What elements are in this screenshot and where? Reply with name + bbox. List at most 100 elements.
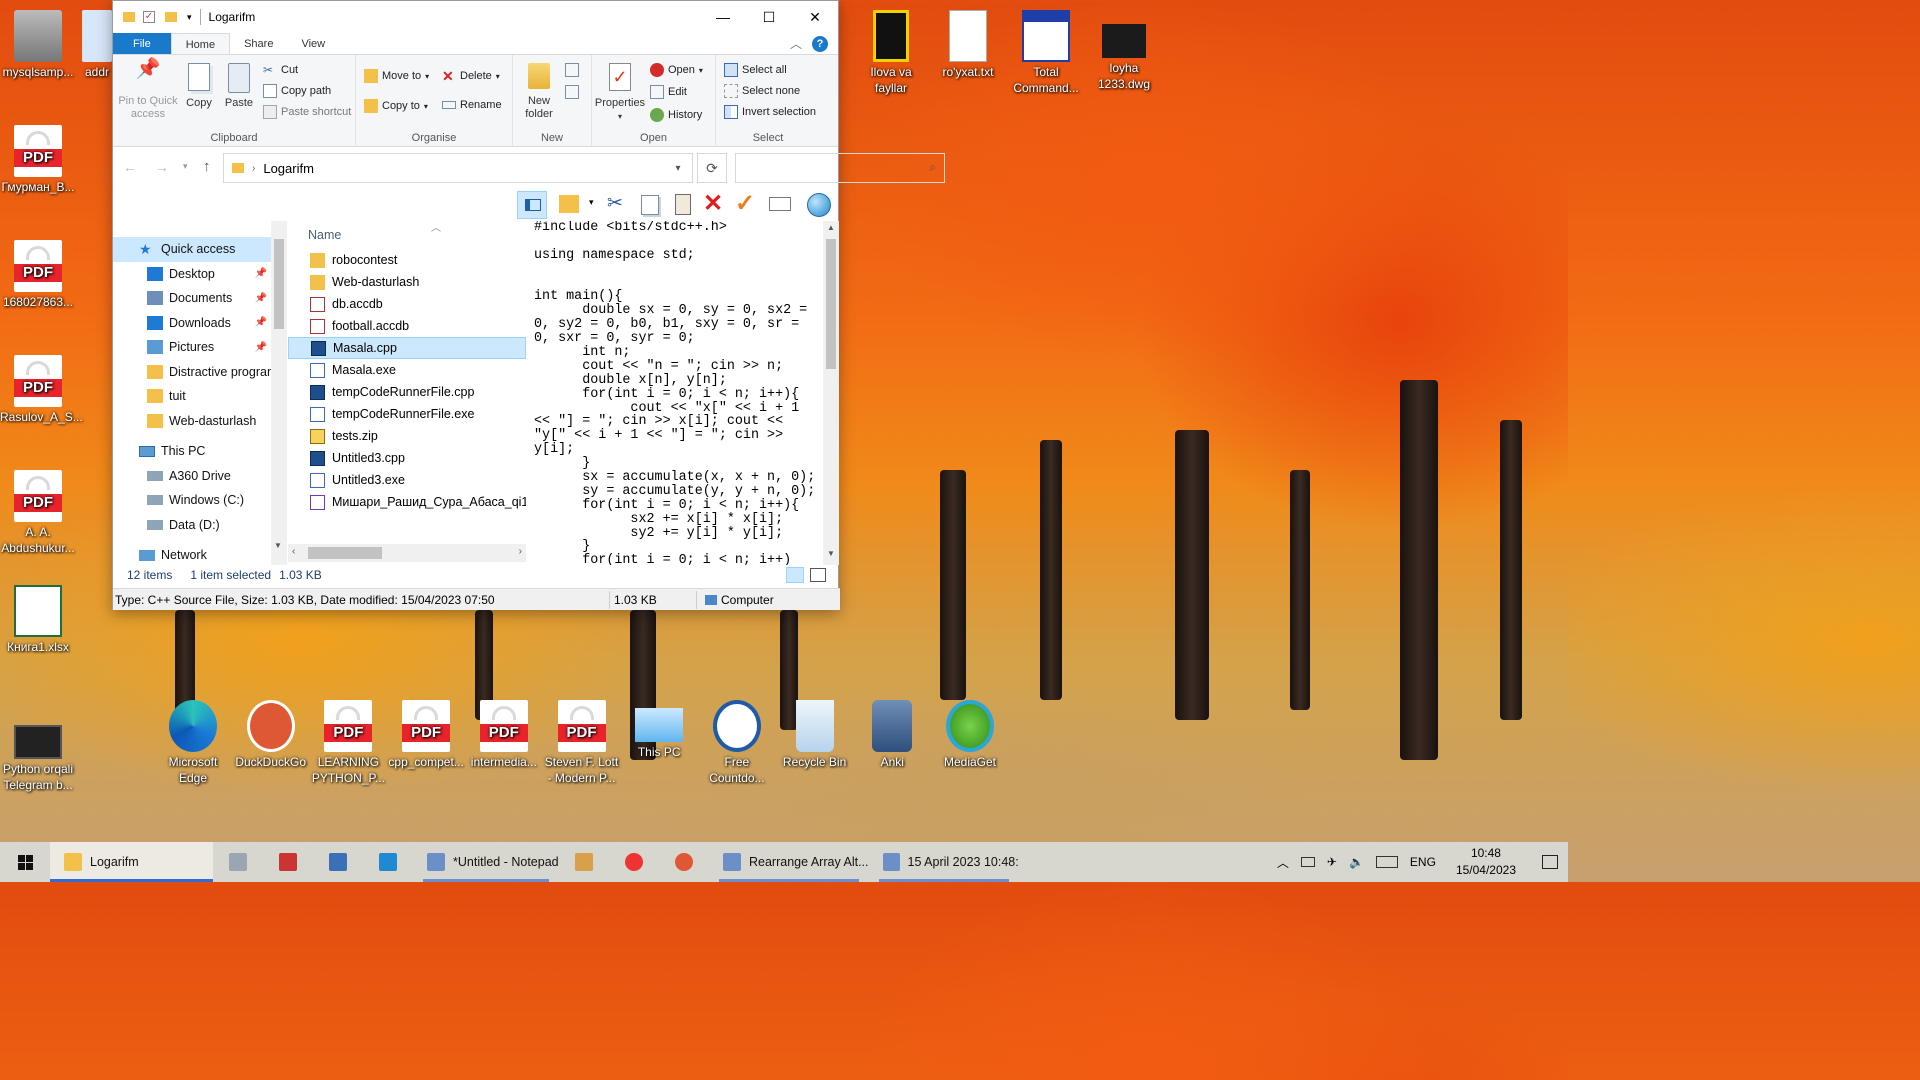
desktop-icon[interactable]: Recycle Bin (777, 700, 853, 770)
rename-button[interactable]: Rename (442, 99, 502, 111)
paste-button[interactable]: Paste (221, 63, 257, 110)
desktop-icon-partial[interactable]: addr (80, 10, 114, 80)
notifications-icon[interactable] (1542, 855, 1558, 869)
taskbar-item[interactable]: *Untitled - Notepad (413, 842, 559, 882)
nav-item[interactable]: Documents 📌 (113, 286, 273, 311)
file-row[interactable]: tempCodeRunnerFile.exe (288, 403, 526, 425)
taskbar-item[interactable]: Logarifm (50, 842, 213, 882)
delete-x-icon[interactable]: ✕ (703, 189, 723, 218)
folder-options-icon[interactable] (559, 195, 579, 213)
file-row[interactable]: Masala.cpp (288, 337, 526, 359)
rename-icon[interactable] (769, 197, 791, 211)
properties-check-icon[interactable]: ✓ (143, 11, 155, 23)
file-row[interactable]: tempCodeRunnerFile.cpp (288, 381, 526, 403)
title-bar[interactable]: ✓ ▾ Logarifm — ☐ ✕ (113, 1, 838, 33)
nav-network[interactable]: Network (113, 543, 273, 565)
start-button[interactable] (0, 842, 50, 882)
language-indicator[interactable]: ENG (1410, 855, 1436, 869)
select-none-button[interactable]: Select none (724, 84, 800, 98)
desktop-icon[interactable]: PDF LEARNING PYTHON_P... (310, 700, 386, 786)
checkmark-icon[interactable]: ✓ (735, 189, 755, 218)
forward-button[interactable]: → (155, 159, 169, 175)
address-dropdown-icon[interactable]: ▾ (664, 163, 692, 174)
desktop-icon[interactable]: DuckDuckGo (233, 700, 309, 770)
desktop-icon[interactable]: Книга1.xlsx (0, 585, 76, 655)
new-item-icon[interactable] (565, 63, 579, 77)
recent-locations-icon[interactable]: ▾ (183, 161, 188, 172)
tab-view[interactable]: View (287, 33, 339, 54)
nav-item[interactable]: Desktop 📌 (113, 262, 273, 287)
desktop-icon[interactable]: PDF cpp_compet... (388, 700, 464, 770)
taskbar-item[interactable] (313, 842, 363, 882)
open-button[interactable]: Open ▾ (650, 63, 703, 77)
chevron-down-icon[interactable]: ▾ (589, 197, 594, 208)
file-row[interactable]: Untitled3.exe (288, 469, 526, 491)
desktop-icon[interactable]: ro'yxat.txt (930, 10, 1006, 80)
taskbar-item[interactable] (213, 842, 263, 882)
maximize-button[interactable]: ☐ (746, 1, 792, 33)
desktop-icon[interactable]: loyha 1233.dwg (1086, 10, 1162, 92)
file-row[interactable]: Web-dasturlash (288, 271, 526, 293)
breadcrumb[interactable]: Logarifm (263, 161, 664, 176)
desktop-icon[interactable]: This PC (621, 700, 697, 760)
file-row[interactable]: robocontest (288, 249, 526, 271)
search-input[interactable]: ⌕ (735, 153, 945, 183)
invert-selection-button[interactable]: Invert selection (724, 105, 816, 119)
desktop-icon[interactable]: Ilova va fayllar (853, 10, 929, 96)
battery-icon[interactable] (1300, 857, 1315, 867)
pin-icon[interactable]: 📌 (255, 268, 267, 279)
taskbar-item[interactable] (659, 842, 709, 882)
quick-toolbar[interactable]: ✓ ▾ (143, 11, 192, 23)
taskbar-item[interactable] (363, 842, 413, 882)
airplane-mode-icon[interactable]: ✈ (1327, 855, 1337, 869)
desktop-icon[interactable]: Free Countdo... (699, 700, 775, 786)
up-button[interactable]: ↑ (203, 158, 211, 175)
new-folder-button[interactable]: New folder (519, 63, 559, 121)
nav-this-pc[interactable]: This PC (113, 439, 273, 464)
pin-quick-access-button[interactable]: 📌 Pin to Quick access (117, 59, 179, 121)
nav-item[interactable]: Data (D:) (113, 513, 273, 538)
preview-pane-toggle[interactable] (517, 191, 547, 219)
keyboard-icon[interactable] (1375, 856, 1398, 868)
desktop-icon[interactable]: Total Command... (1008, 10, 1084, 96)
new-folder-icon[interactable] (165, 12, 177, 22)
edit-button[interactable]: Edit (650, 85, 687, 99)
desktop-icon[interactable]: PDF A. A. Abdushukur... (0, 470, 76, 556)
desktop-icon[interactable]: PDF 168027863... (0, 240, 76, 310)
desktop-icon[interactable]: Microsoft Edge (155, 700, 231, 786)
nav-item[interactable]: Downloads 📌 (113, 311, 273, 336)
nav-scrollbar[interactable]: ▼ (271, 221, 287, 565)
file-row[interactable]: db.accdb (288, 293, 526, 315)
address-bar[interactable]: › Logarifm ▾ (223, 153, 693, 183)
help-icon[interactable]: ? (812, 36, 828, 52)
copy-to-button[interactable]: Copy to ▾ (364, 99, 428, 113)
nav-item[interactable]: Web-dasturlash (113, 409, 273, 434)
desktop-icon[interactable]: PDF Гмурман_В... (0, 125, 76, 195)
desktop-icon[interactable]: PDF Rasulov_A_S... (0, 355, 83, 425)
history-button[interactable]: History (650, 108, 702, 122)
easy-access-icon[interactable] (565, 85, 579, 99)
volume-icon[interactable]: 🔈 (1349, 855, 1364, 869)
copy-icon[interactable] (641, 195, 659, 215)
desktop-icon[interactable]: mysqlsamp... (0, 10, 76, 80)
delete-button[interactable]: ✕ Delete ▾ (442, 69, 500, 83)
cut-button[interactable]: ✂ Cut (263, 63, 298, 77)
desktop-icon[interactable]: MediaGet (932, 700, 1008, 770)
file-row[interactable]: Untitled3.cpp (288, 447, 526, 469)
explorer-window[interactable]: ✓ ▾ Logarifm — ☐ ✕ File Home Share View … (112, 0, 945, 610)
paste-shortcut-button[interactable]: Paste shortcut (263, 105, 351, 119)
desktop-icon[interactable]: Python orqali Telegram b... (0, 715, 76, 793)
select-all-button[interactable]: Select all (724, 63, 787, 77)
pin-icon[interactable]: 📌 (255, 317, 267, 328)
copy-button[interactable]: Copy (181, 63, 217, 110)
file-row[interactable]: Masala.exe (288, 359, 526, 381)
nav-item[interactable]: Pictures 📌 (113, 335, 273, 360)
column-header-name[interactable]: Name (288, 221, 526, 249)
back-button[interactable]: ← (123, 159, 137, 175)
tab-share[interactable]: Share (230, 33, 287, 54)
nav-item[interactable]: Windows (C:) (113, 488, 273, 513)
taskbar-item[interactable]: Rearrange Array Alt... (709, 842, 869, 882)
tab-home[interactable]: Home (170, 33, 231, 54)
file-row[interactable]: tests.zip (288, 425, 526, 447)
copy-path-button[interactable]: Copy path (263, 84, 331, 98)
